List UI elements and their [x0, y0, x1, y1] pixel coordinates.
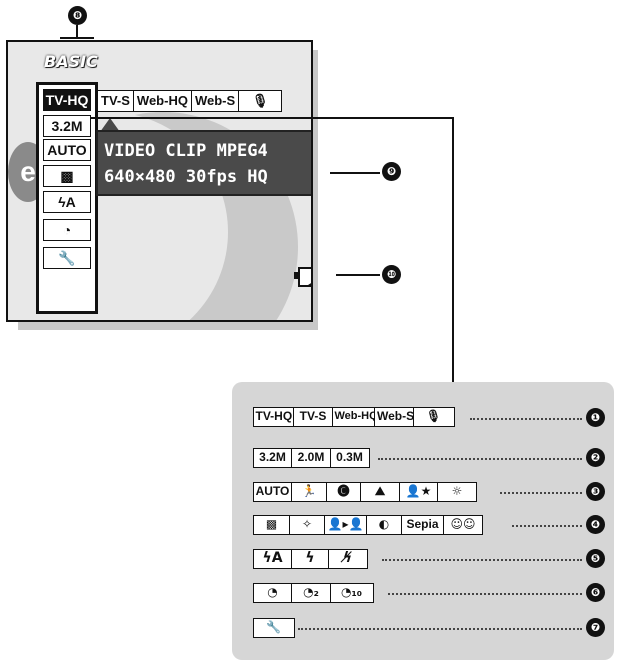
panel-filter-off-icon: ▩: [252, 515, 291, 535]
option-tv-s[interactable]: TV-S: [97, 90, 134, 112]
panel-row-self-timer: ◔ ◔₂ ◔₁₀: [252, 583, 374, 603]
panel-0-3m: 0.3M: [329, 448, 370, 468]
info-line-2: 640×480 30fps HQ: [104, 167, 268, 187]
menu-item-flash-icon[interactable]: ϟA: [43, 191, 91, 213]
callout-10: ❿: [382, 265, 401, 284]
panel-microphone-icon: 🎙: [412, 407, 455, 427]
callout-8: ❽: [68, 6, 87, 25]
callout-9: ❾: [382, 162, 401, 181]
panel-morph-icon: 👤▸👤: [323, 515, 368, 535]
panel-auto: AUTO: [252, 482, 293, 502]
panel-flash-off-icon: ϟ̸: [327, 549, 368, 569]
callout-7: ❼: [586, 618, 605, 637]
panel-3-2m: 3.2M: [252, 448, 293, 468]
panel-row-flash: ϟA ϟ ϟ̸: [252, 549, 368, 569]
panel-tv-hq: TV-HQ: [252, 407, 295, 427]
connector-v: [452, 117, 454, 383]
menu-item-self-timer-icon[interactable]: ◔: [43, 219, 91, 241]
quality-options-row: TV-S Web-HQ Web-S 🎙: [97, 90, 283, 112]
callout-9-line: [330, 172, 380, 174]
panel-timer-2s-icon: ◔₂: [291, 583, 331, 603]
panel-tv-s: TV-S: [293, 407, 333, 427]
option-web-s[interactable]: Web-S: [190, 90, 240, 112]
panel-wrench-icon: 🔧: [252, 618, 295, 638]
row7-leader: [298, 628, 582, 630]
panel-web-hq: Web-HQ: [331, 407, 378, 427]
menu-item-settings-icon[interactable]: 🔧: [43, 247, 91, 269]
camera-screen: e BASIC TV-HQ 3.2M AUTO ▩ ϟA ◔ 🔧 TV-S We…: [6, 40, 313, 322]
panel-timer-10s-icon: ◔₁₀: [329, 583, 374, 603]
panel-multi-face-icon: ☺☺: [443, 515, 483, 535]
menu-item-scene[interactable]: AUTO: [43, 139, 91, 161]
callout-4: ❹: [586, 515, 605, 534]
callout-2: ❷: [586, 448, 605, 467]
row2-leader: [378, 458, 582, 460]
panel-sports-icon: 🏃: [291, 482, 327, 502]
panel-timer-off-icon: ◔: [252, 583, 293, 603]
panel-web-s: Web-S: [374, 407, 414, 427]
option-audio-microphone-icon[interactable]: 🎙: [238, 90, 283, 112]
panel-night-portrait-icon: 👤★: [398, 482, 439, 502]
row4-leader: [512, 525, 582, 527]
row3-leader: [500, 492, 582, 494]
row5-leader: [382, 559, 582, 561]
menu-item-video-quality[interactable]: TV-HQ: [43, 89, 91, 111]
panel-sepia: Sepia: [400, 515, 445, 535]
panel-portrait-icon: 🅒: [325, 482, 362, 502]
panel-fireworks-icon: ☼: [437, 482, 477, 502]
option-web-hq[interactable]: Web-HQ: [132, 90, 192, 112]
row1-leader: [470, 418, 582, 420]
panel-cosmetic-icon: ✧: [289, 515, 325, 535]
panel-row-video-quality: TV-HQ TV-S Web-HQ Web-S 🎙: [252, 407, 455, 427]
connector-h: [90, 117, 453, 119]
menu-item-filter-icon[interactable]: ▩: [43, 165, 91, 187]
info-line-1: VIDEO CLIP MPEG4: [104, 141, 268, 161]
panel-row-settings: 🔧: [252, 618, 295, 638]
callout-3: ❸: [586, 482, 605, 501]
mode-label: BASIC: [44, 52, 98, 71]
panel-landscape-icon: ⛰: [360, 482, 400, 502]
callout-5: ❺: [586, 549, 605, 568]
battery-low-icon: [298, 267, 311, 287]
panel-row-scene: AUTO 🏃 🅒 ⛰ 👤★ ☼: [252, 482, 477, 502]
panel-2-0m: 2.0M: [291, 448, 331, 468]
panel-flash-auto-icon: ϟA: [252, 549, 293, 569]
panel-monochrome-icon: ◐: [366, 515, 402, 535]
callout-6: ❻: [586, 583, 605, 602]
info-box: VIDEO CLIP MPEG4 640×480 30fps HQ: [96, 130, 311, 196]
callout-10-line: [336, 274, 380, 276]
callout-8-bracket: [60, 37, 94, 39]
panel-row-filter: ▩ ✧ 👤▸👤 ◐ Sepia ☺☺: [252, 515, 483, 535]
panel-row-resolution: 3.2M 2.0M 0.3M: [252, 448, 370, 468]
left-menu-column: TV-HQ 3.2M AUTO ▩ ϟA ◔ 🔧: [36, 82, 98, 314]
row6-leader: [388, 593, 582, 595]
panel-flash-on-icon: ϟ: [291, 549, 329, 569]
menu-item-resolution[interactable]: 3.2M: [43, 115, 91, 137]
callout-1: ❶: [586, 408, 605, 427]
